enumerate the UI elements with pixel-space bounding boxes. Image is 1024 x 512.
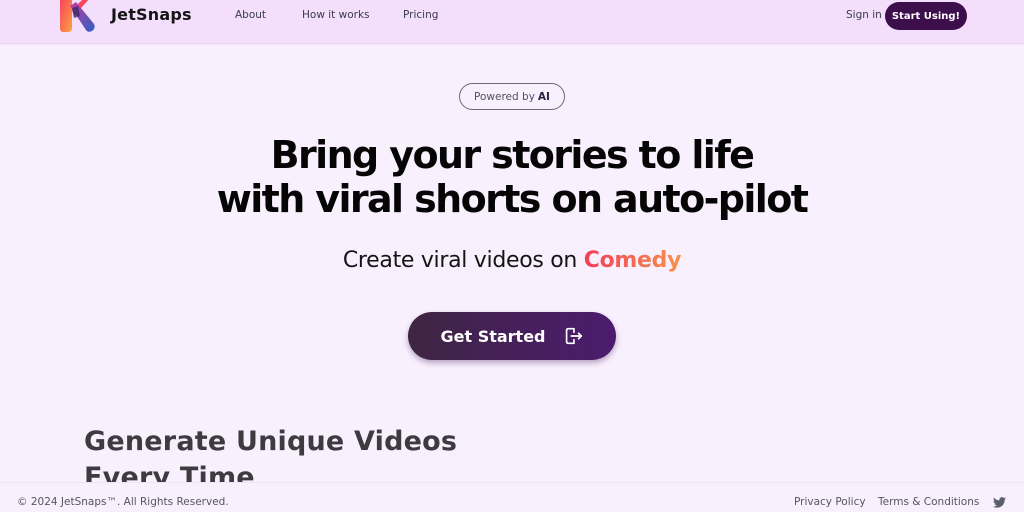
- rotating-category: Comedy: [583, 248, 682, 273]
- subline-prefix: Create viral videos on: [342, 248, 578, 273]
- twitter-icon[interactable]: [993, 497, 1006, 508]
- badge-prefix: Powered by: [474, 90, 535, 103]
- get-started-button[interactable]: Get Started: [408, 312, 616, 360]
- nav-about[interactable]: About: [235, 9, 266, 21]
- nav-how-it-works[interactable]: How it works: [302, 9, 370, 21]
- copyright-text: © 2024 JetSnaps™. All Rights Reserved.: [17, 496, 229, 508]
- headline-line-1: Bring your stories to life: [270, 133, 755, 177]
- sign-out-arrow-icon: [565, 327, 582, 345]
- start-using-button[interactable]: Start Using!: [885, 2, 967, 30]
- powered-by-ai-badge: Powered by AI: [459, 83, 565, 110]
- privacy-policy-link[interactable]: Privacy Policy: [794, 496, 866, 508]
- hero-headline: Bring your stories to life with viral sh…: [0, 133, 1024, 221]
- nav-pricing[interactable]: Pricing: [403, 9, 438, 21]
- get-started-label: Get Started: [440, 326, 546, 346]
- brand-name[interactable]: JetSnaps: [111, 5, 192, 24]
- headline-line-2: with viral shorts on auto-pilot: [216, 177, 809, 221]
- site-footer: © 2024 JetSnaps™. All Rights Reserved. P…: [0, 482, 1024, 512]
- section-title-line-1: Generate Unique Videos: [84, 426, 458, 457]
- terms-conditions-link[interactable]: Terms & Conditions: [878, 496, 979, 508]
- badge-strong: AI: [537, 90, 550, 103]
- hero-subline: Create viral videos on Comedy: [0, 248, 1024, 273]
- sign-in-link[interactable]: Sign in: [846, 9, 882, 21]
- site-header: JetSnaps About How it works Pricing Sign…: [0, 0, 1024, 44]
- jetsnaps-logo-icon[interactable]: [58, 0, 96, 34]
